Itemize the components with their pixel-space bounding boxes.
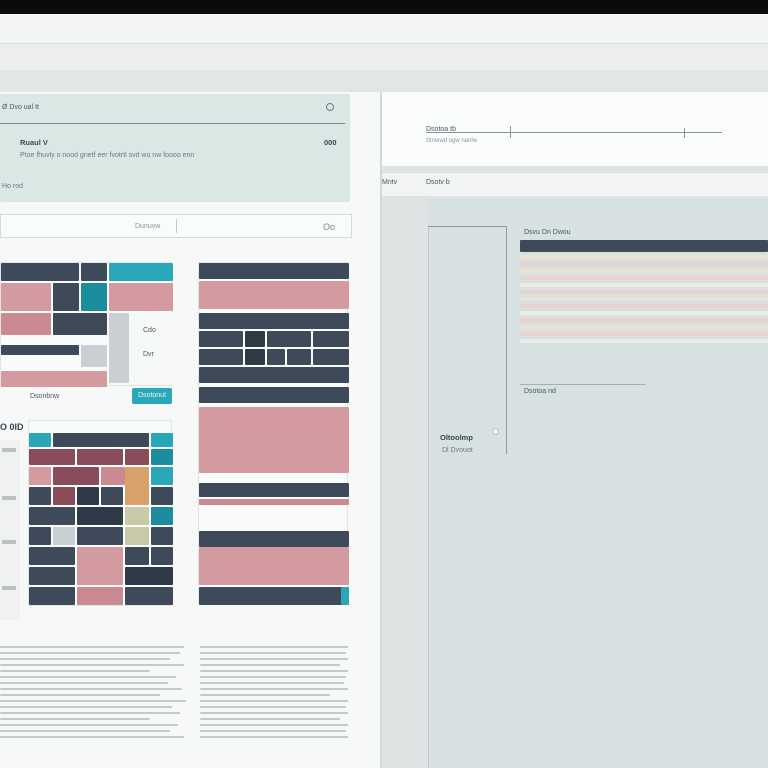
device-bezel <box>0 0 768 14</box>
right-tab-bar: Mntv Dsotv b <box>380 172 768 196</box>
address-bar-area <box>0 44 768 70</box>
panel-action-button[interactable]: Dsotonut <box>132 388 172 404</box>
settings-icon[interactable] <box>326 103 334 111</box>
right-header: Dsotoa tb Stnwwd ogw nanlw <box>380 92 768 166</box>
grid-card-2 <box>28 420 173 606</box>
paragraph-right <box>200 646 350 742</box>
tab-1[interactable]: Mntv <box>382 179 397 186</box>
card-title-value: 000 <box>324 138 337 147</box>
data-table <box>520 240 768 358</box>
search-row[interactable]: Dunuvw Oo <box>0 214 352 238</box>
table-note: Dsotoa nd <box>524 388 556 395</box>
card-header-label: Ø Dvo ual tt <box>2 104 39 111</box>
side-title: Oltoolmp <box>440 433 473 442</box>
tab-2[interactable]: Dsotv b <box>426 179 450 186</box>
card-footer-label: Ho rod <box>2 183 24 190</box>
result-count: Oo <box>323 222 336 232</box>
search-input[interactable]: Dunuvw <box>135 223 160 230</box>
grid-card-1: Cdo Dvr <box>0 262 173 387</box>
pane-divider[interactable] <box>380 92 382 768</box>
grid-card-3 <box>198 262 349 605</box>
paragraph-left <box>0 646 186 742</box>
subheader: Dsonbnw <box>30 393 60 400</box>
bookmark-bar <box>0 70 768 92</box>
panel-text-1: Cdo <box>143 327 156 334</box>
card-title: Ruaul V <box>20 138 48 147</box>
panel-text-2: Dvr <box>143 351 154 358</box>
number-label: O 0lD <box>0 422 24 432</box>
summary-card: Ø Dvo ual tt Ruaul V 000 Ptoe fhuvly o n… <box>0 94 350 202</box>
browser-toolbar <box>0 14 768 44</box>
card-description: Ptoe fhuvly o nood gnetf eer fvotrtl svd… <box>20 152 195 159</box>
info-icon[interactable] <box>492 428 499 435</box>
mini-thumbnails <box>0 440 20 620</box>
table-header-label: Dsvu Dn Dwou <box>524 229 571 236</box>
side-sub: Dl Dvouot <box>442 447 473 454</box>
right-header-sub: Stnwwd ogw nanlw <box>426 138 478 144</box>
